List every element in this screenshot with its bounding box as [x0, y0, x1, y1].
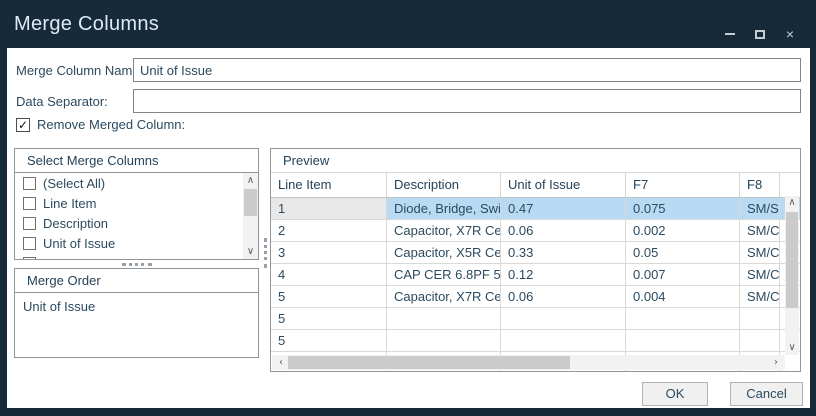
- cancel-button[interactable]: Cancel: [730, 382, 803, 406]
- table-row[interactable]: 5 Capacitor, X7R Cer... 0.06 0.004 SM/C: [271, 286, 800, 308]
- checkbox-unchecked-icon: [23, 257, 36, 260]
- maximize-button[interactable]: [752, 26, 768, 42]
- list-item-line-item[interactable]: Line Item: [15, 193, 258, 213]
- table-row[interactable]: 2 Capacitor, X7R Cer... 0.06 0.002 SM/C: [271, 220, 800, 242]
- merge-order-panel: Merge Order Unit of Issue: [14, 268, 259, 358]
- grid-vertical-scrollbar[interactable]: ∧ ∨: [785, 196, 799, 355]
- merge-columns-list: (Select All) Line Item Description Unit …: [15, 173, 258, 259]
- list-item-partial[interactable]: [15, 253, 258, 259]
- select-merge-columns-title: Select Merge Columns: [15, 149, 258, 173]
- scrollbar-thumb[interactable]: [786, 212, 798, 308]
- column-header-line-item[interactable]: Line Item: [271, 173, 387, 197]
- scroll-up-icon[interactable]: ∧: [243, 174, 258, 187]
- data-separator-input[interactable]: [133, 89, 801, 113]
- column-header-description[interactable]: Description: [387, 173, 501, 197]
- checkbox-unchecked-icon: [23, 197, 36, 210]
- close-icon: ×: [786, 27, 794, 41]
- window-controls: ×: [722, 26, 798, 42]
- grid-header-row: Line Item Description Unit of Issue F7 F…: [271, 173, 800, 198]
- remove-merged-column-label: Remove Merged Column:: [37, 117, 185, 132]
- table-row[interactable]: 5: [271, 330, 800, 352]
- list-item-description[interactable]: Description: [15, 213, 258, 233]
- close-button[interactable]: ×: [782, 26, 798, 42]
- preview-title: Preview: [271, 149, 800, 173]
- column-header-unit-of-issue[interactable]: Unit of Issue: [501, 173, 626, 197]
- scroll-down-icon[interactable]: ∨: [785, 341, 799, 355]
- merge-order-title: Merge Order: [15, 269, 258, 293]
- scroll-up-icon[interactable]: ∧: [785, 196, 799, 210]
- column-header-f8[interactable]: F8: [740, 173, 780, 197]
- list-item-select-all[interactable]: (Select All): [15, 173, 258, 193]
- scroll-right-icon[interactable]: ›: [769, 355, 783, 370]
- horizontal-splitter[interactable]: [14, 260, 259, 268]
- preview-panel: Preview Line Item Description Unit of Is…: [270, 148, 801, 372]
- remove-merged-column-checkbox[interactable]: ✓ Remove Merged Column:: [16, 117, 185, 132]
- splitter-grip-icon: [122, 263, 152, 266]
- scroll-down-icon[interactable]: ∨: [243, 245, 258, 258]
- merge-order-item[interactable]: Unit of Issue: [15, 293, 258, 314]
- checkbox-unchecked-icon: [23, 217, 36, 230]
- preview-grid: Line Item Description Unit of Issue F7 F…: [271, 173, 800, 371]
- scroll-left-icon[interactable]: ‹: [274, 355, 288, 370]
- table-row-selected[interactable]: 1 Diode, Bridge, Swit... 0.47 0.075 SM/S: [271, 198, 800, 220]
- grid-horizontal-scrollbar[interactable]: ‹ ›: [272, 355, 785, 370]
- data-separator-label: Data Separator:: [16, 94, 108, 109]
- table-row[interactable]: 3 Capacitor, X5R Cer... 0.33 0.05 SM/C: [271, 242, 800, 264]
- minimize-icon: [725, 33, 735, 35]
- ok-button[interactable]: OK: [642, 382, 708, 406]
- list-vertical-scrollbar[interactable]: ∧ ∨: [243, 173, 258, 259]
- merge-column-name-label: Merge Column Name:: [16, 63, 143, 78]
- select-merge-columns-panel: Select Merge Columns (Select All) Line I…: [14, 148, 259, 260]
- list-item-unit-of-issue[interactable]: Unit of Issue: [15, 233, 258, 253]
- vertical-splitter[interactable]: [260, 148, 270, 358]
- checkbox-checked-icon: ✓: [16, 118, 30, 132]
- titlebar: Merge Columns ×: [0, 0, 816, 48]
- scrollbar-thumb[interactable]: [288, 356, 570, 369]
- checkbox-unchecked-icon: [23, 177, 36, 190]
- checkbox-unchecked-icon: [23, 237, 36, 250]
- column-header-f7[interactable]: F7: [626, 173, 740, 197]
- table-row[interactable]: 5: [271, 308, 800, 330]
- merge-columns-dialog: Merge Columns × Merge Column Name: Data …: [0, 0, 816, 416]
- column-header-filler: [780, 173, 800, 197]
- splitter-grip-icon: [264, 238, 267, 268]
- maximize-icon: [755, 30, 765, 39]
- merge-column-name-input[interactable]: [133, 58, 801, 82]
- table-row[interactable]: 4 CAP CER 6.8PF 50V... 0.12 0.007 SM/C: [271, 264, 800, 286]
- dialog-content: Merge Column Name: Data Separator: ✓ Rem…: [7, 48, 810, 408]
- scrollbar-thumb[interactable]: [244, 189, 257, 216]
- minimize-button[interactable]: [722, 26, 738, 42]
- window-title: Merge Columns: [14, 0, 159, 48]
